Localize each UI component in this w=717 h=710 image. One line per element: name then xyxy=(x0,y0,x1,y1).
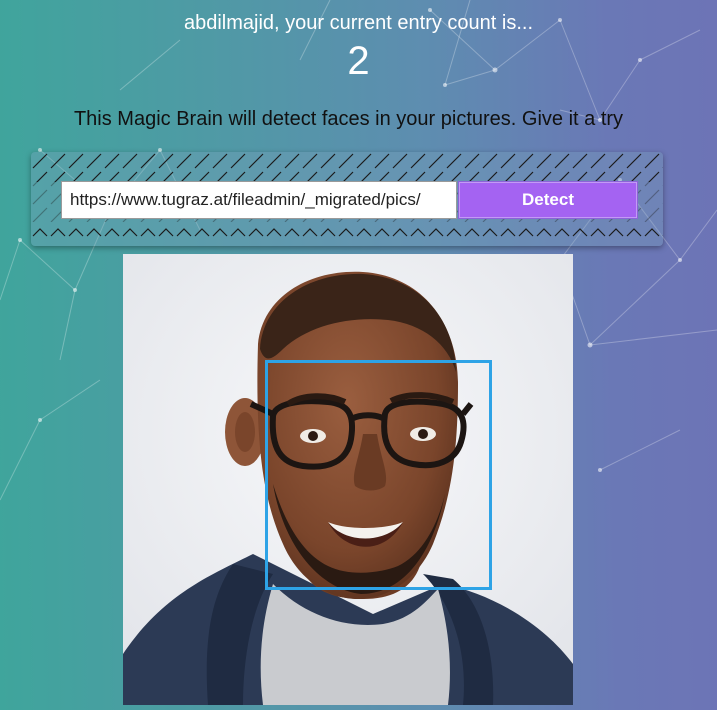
intro-text: This Magic Brain will detect faces in yo… xyxy=(73,108,624,130)
entry-count-message: abdilmajid, your current entry count is.… xyxy=(183,12,534,34)
image-url-input[interactable] xyxy=(61,181,457,219)
image-link-form: Detect xyxy=(31,152,663,246)
face-bounding-box xyxy=(265,360,492,590)
entry-count-value: 2 xyxy=(347,39,370,83)
detect-button[interactable]: Detect xyxy=(458,181,638,219)
face-detection-image xyxy=(123,254,573,705)
